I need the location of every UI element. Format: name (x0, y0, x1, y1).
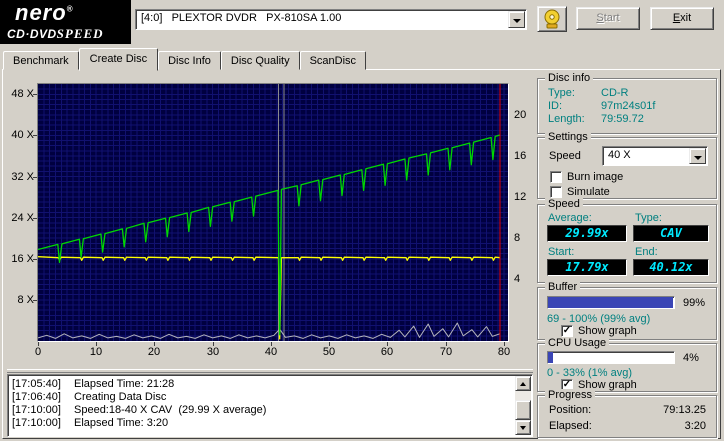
chevron-down-icon (694, 156, 702, 160)
chevron-down-icon (513, 19, 521, 23)
end-speed-display: 40.12x (633, 259, 709, 276)
arrow-down-icon (520, 426, 526, 430)
buffer-show-graph-label: Show graph (578, 325, 637, 337)
tab-benchmark[interactable]: Benchmark (3, 51, 79, 70)
progress-group: Progress Position: 79:13.25 Elapsed: 3:2… (537, 389, 717, 438)
drive-select-value: [4:0] PLEXTOR DVDR PX-810SA 1.00 (141, 12, 342, 24)
start-speed-display: 17.79x (547, 259, 627, 276)
speed-graph (37, 83, 509, 342)
buffer-progressbar (547, 296, 675, 309)
simulate-checkbox[interactable] (550, 186, 562, 198)
drive-select-dropdown-button[interactable] (508, 11, 525, 28)
position-label: Position: (549, 404, 592, 416)
simulate-label: Simulate (567, 186, 610, 198)
cpu-usage-group: CPU Usage 4% 0 - 33% (1% avg) Show graph (537, 337, 717, 392)
buffer-title: Buffer (545, 281, 581, 293)
speed-select-label: Speed (549, 150, 581, 162)
start-speed-label: Start: (548, 246, 575, 258)
speed-select-value: 40 X (608, 149, 631, 161)
disc-type-label: Type: (548, 87, 575, 99)
tab-scandisc[interactable]: ScanDisc (299, 51, 367, 70)
progress-title: Progress (545, 389, 596, 401)
disc-type-value: CD-R (601, 87, 629, 99)
end-speed-label: End: (635, 246, 658, 258)
arrow-up-icon (520, 382, 526, 386)
cpu-percent: 4% (683, 352, 699, 364)
disc-length-value: 79:59.72 (601, 113, 644, 125)
log-scrollbar[interactable] (515, 376, 531, 435)
log-line[interactable]: [17:10:00] Elapsed Time: 3:20 (12, 417, 513, 430)
scroll-up-button[interactable] (515, 376, 531, 391)
burn-image-checkbox[interactable] (550, 171, 562, 183)
log-splitter[interactable] (7, 369, 533, 373)
log-line[interactable]: [17:05:40] Elapsed Time: 21:28 (12, 378, 513, 391)
nero-logo: nero® CD·DVDSPEED (0, 0, 131, 44)
scroll-down-button[interactable] (515, 420, 531, 435)
elapsed-value: 3:20 (684, 420, 706, 432)
nero-cd-dvd-speed-window: nero® CD·DVDSPEED [4:0] PLEXTOR DVDR PX-… (0, 0, 724, 441)
tab-disc-quality[interactable]: Disc Quality (220, 51, 300, 70)
buffer-show-graph-checkbox[interactable] (561, 325, 573, 337)
eject-tray-button[interactable] (537, 6, 567, 32)
registered-mark-icon: ® (66, 4, 74, 14)
tab-disc-info[interactable]: Disc Info (158, 51, 221, 70)
elapsed-label: Elapsed: (549, 420, 592, 432)
cpu-range: 0 - 33% (1% avg) (547, 367, 632, 379)
speed-type-display: CAV (633, 225, 709, 242)
exit-button[interactable]: Exit (650, 7, 714, 30)
disc-length-label: Length: (548, 113, 585, 125)
settings-title: Settings (545, 131, 591, 143)
event-log-lines: [17:05:40] Elapsed Time: 21:28 [17:06:40] C… (12, 378, 513, 434)
cpu-usage-title: CPU Usage (545, 337, 610, 349)
nero-wordmark: nero® (15, 0, 74, 25)
average-speed-display: 29.99x (547, 225, 627, 242)
event-log-listbox[interactable]: [17:05:40] Elapsed Time: 21:28 [17:06:40] C… (7, 374, 533, 437)
buffer-group: Buffer 99% 69 - 100% (99% avg) Show grap… (537, 281, 717, 340)
speed-select-dropdown-button[interactable] (689, 148, 706, 164)
tab-create-disc[interactable]: Create Disc (78, 48, 159, 71)
drive-select-combobox[interactable]: [4:0] PLEXTOR DVDR PX-810SA 1.00 (135, 9, 527, 30)
tab-bar: Benchmark Create Disc Disc Info Disc Qualit… (3, 47, 367, 71)
average-label: Average: (548, 212, 592, 224)
hand-disc-icon (544, 9, 560, 29)
disc-info-title: Disc info (545, 72, 594, 84)
disc-id-label: ID: (548, 100, 563, 112)
cpu-progressbar (547, 351, 675, 364)
speed-select-combobox[interactable]: 40 X (602, 146, 708, 166)
log-line[interactable]: [17:10:00] Speed:18-40 X CAV (29.99 X ave… (12, 404, 513, 417)
speed-graph-canvas (38, 84, 508, 341)
buffer-percent: 99% (683, 297, 706, 309)
buffer-range: 69 - 100% (99% avg) (547, 313, 651, 325)
cpu-progress-fill (548, 352, 554, 363)
cd-dvd-speed-wordmark: CD·DVDSPEED (7, 26, 104, 41)
log-line[interactable]: [17:06:40] Creating Data Disc (12, 391, 513, 404)
position-value: 79:13.25 (663, 404, 706, 416)
burn-image-label: Burn image (567, 171, 624, 183)
start-button[interactable]: Start (576, 7, 640, 30)
disc-info-group: Disc info Type: CD-R ID: 97m24s01f Lengt… (537, 72, 717, 134)
settings-group: Settings Speed 40 X Burn image Simulate (537, 131, 717, 199)
scrollbar-thumb[interactable] (515, 400, 531, 420)
speed-title: Speed (545, 198, 583, 210)
disc-id-value: 97m24s01f (601, 100, 656, 112)
speed-group: Speed Average: Type: 29.99x CAV Start: E… (537, 198, 717, 283)
buffer-progress-fill (548, 297, 673, 308)
type-label: Type: (635, 212, 662, 224)
